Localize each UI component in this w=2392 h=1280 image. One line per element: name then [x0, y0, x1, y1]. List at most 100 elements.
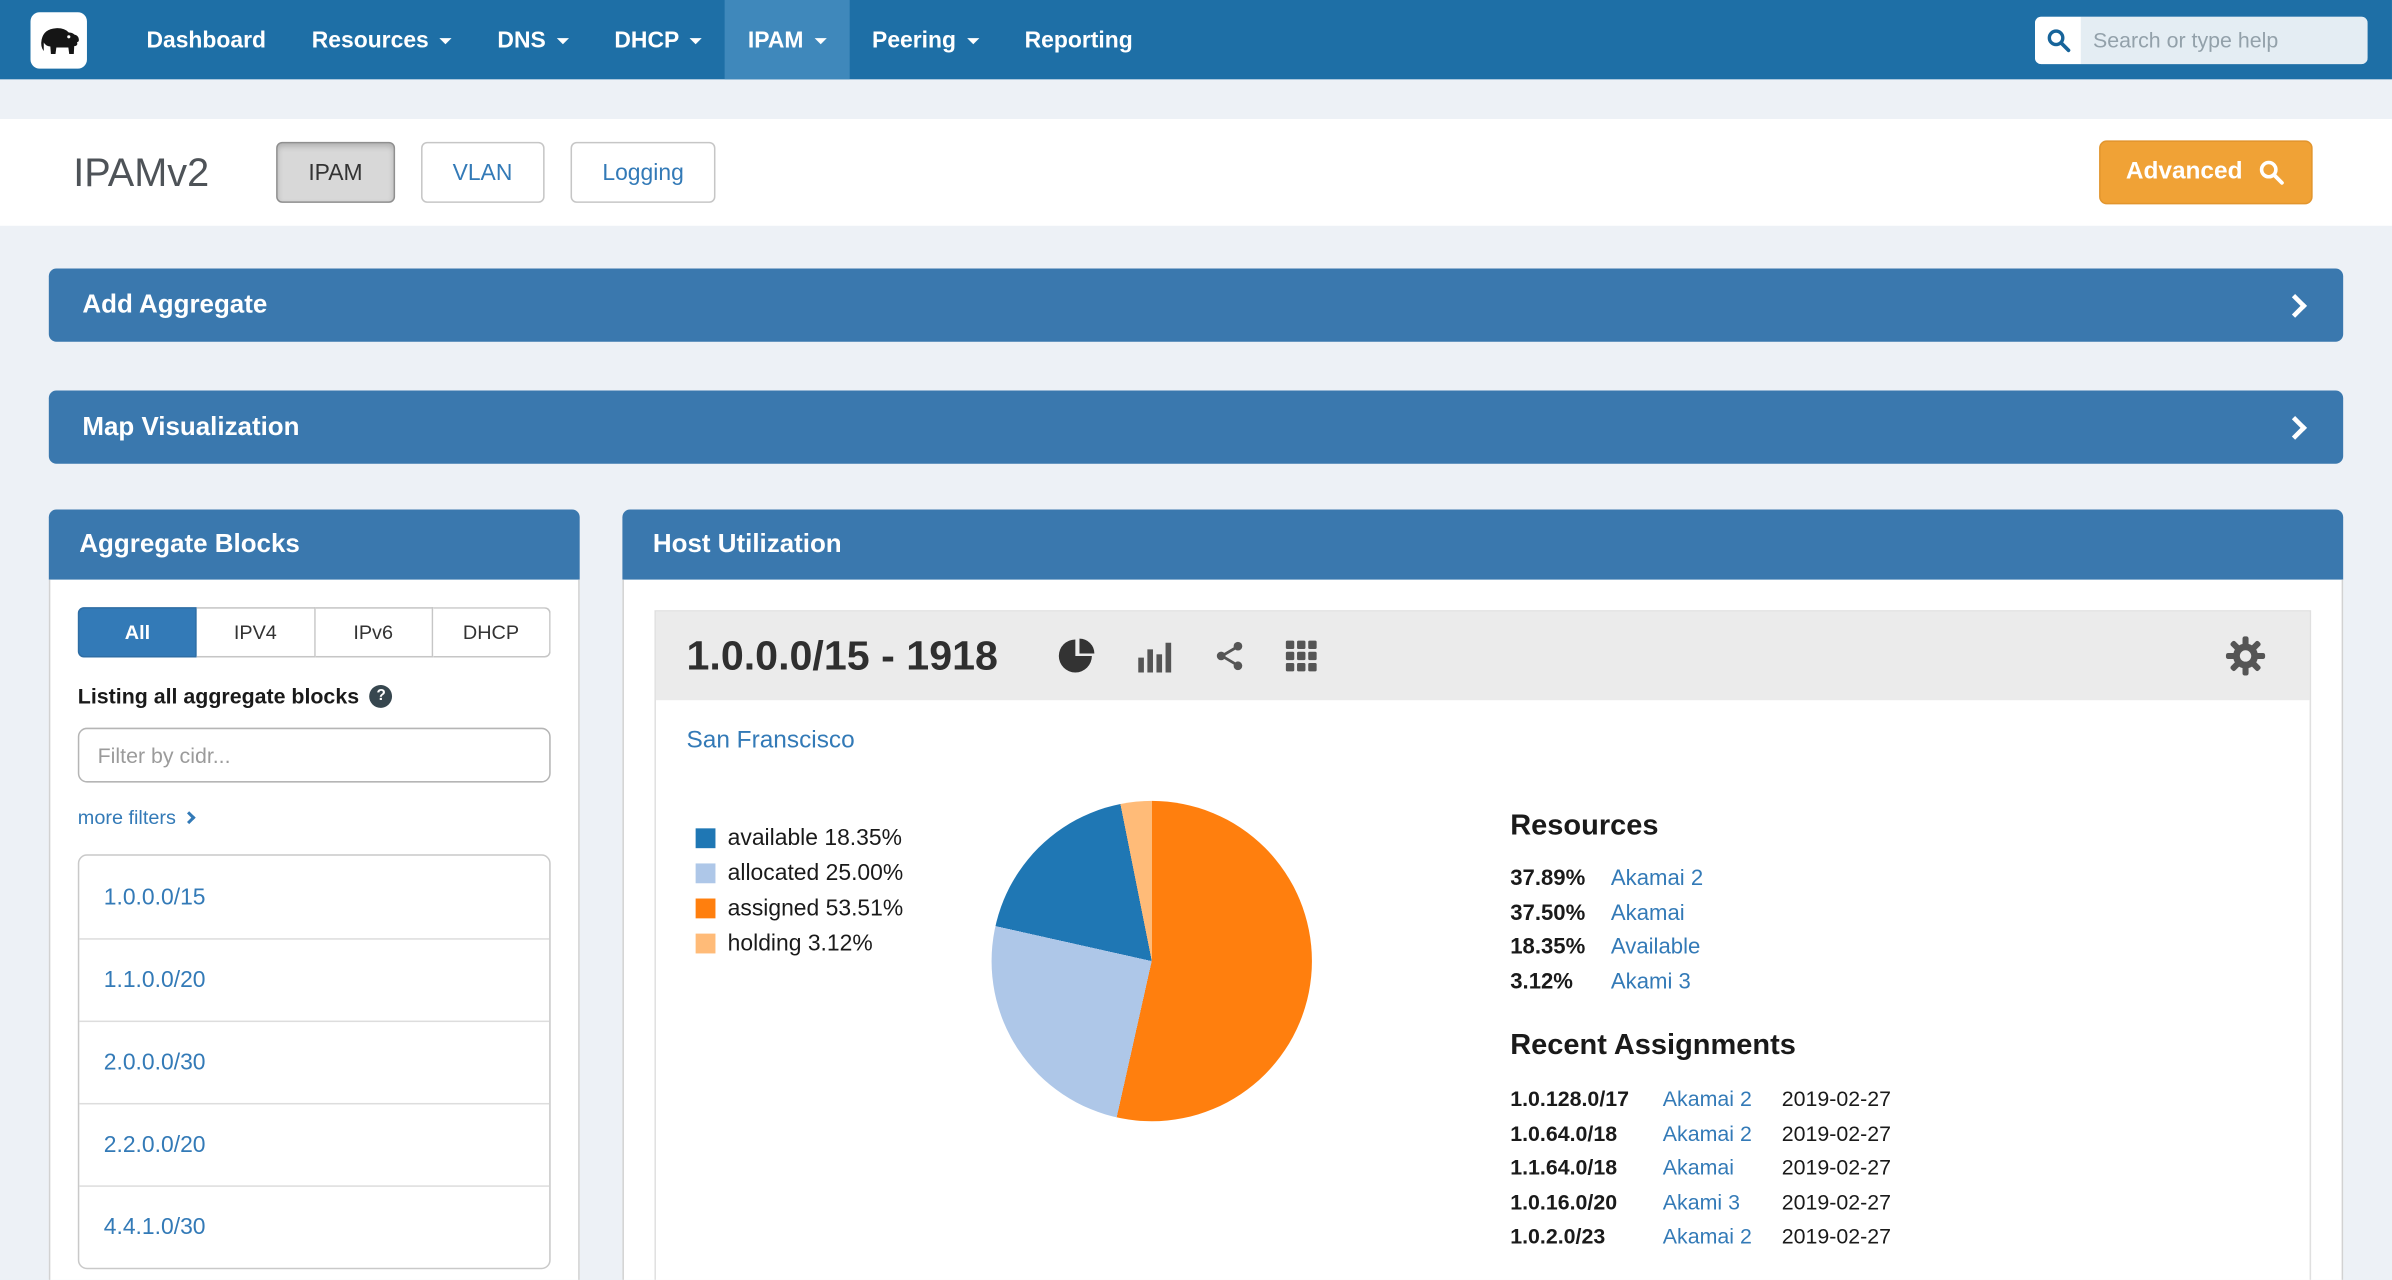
- nav-item-dashboard[interactable]: Dashboard: [124, 0, 289, 79]
- nav-item-ipam[interactable]: IPAM: [725, 0, 849, 79]
- search-icon: [2258, 159, 2285, 186]
- resources-title: Resources: [1510, 810, 2013, 844]
- share-icon[interactable]: [1213, 639, 1247, 673]
- main-content: Aggregate Blocks All IPV4 IPv6 DHCP List…: [49, 510, 2343, 1280]
- nav-item-label: DNS: [497, 27, 545, 53]
- assignment-link[interactable]: Akami 3: [1663, 1185, 1782, 1219]
- resource-percent: 18.35%: [1510, 931, 1611, 965]
- resource-link[interactable]: Akamai: [1611, 896, 1685, 930]
- list-item[interactable]: 1.1.0.0/20: [79, 938, 549, 1020]
- table-row: 1.1.64.0/18Akamai2019-02-27: [1510, 1150, 2013, 1184]
- more-filters-link[interactable]: more filters: [78, 805, 194, 828]
- view-tab-logging[interactable]: Logging: [570, 142, 716, 203]
- filter-tab-ipv6[interactable]: IPv6: [315, 607, 433, 657]
- recent-assignments: Recent Assignments 1.0.128.0/17Akamai 22…: [1510, 1030, 2013, 1253]
- nav-item-dns[interactable]: DNS: [475, 0, 592, 79]
- list-item[interactable]: 2.2.0.0/20: [79, 1103, 549, 1185]
- nav-item-dhcp[interactable]: DHCP: [592, 0, 726, 79]
- resource-link[interactable]: Akamai 2: [1611, 862, 1703, 896]
- caret-down-icon: [556, 38, 568, 44]
- view-tab-ipam[interactable]: IPAM: [276, 142, 394, 203]
- filter-tab-dhcp[interactable]: DHCP: [433, 607, 551, 657]
- legend-swatch: [696, 899, 716, 919]
- legend-item: available 18.35%: [696, 825, 968, 851]
- bar-chart-view-icon[interactable]: [1135, 636, 1175, 676]
- view-tab-vlan[interactable]: VLAN: [421, 142, 545, 203]
- assignment-link[interactable]: Akamai 2: [1663, 1116, 1782, 1150]
- table-row: 37.89%Akamai 2: [1510, 862, 2013, 896]
- pie-chart: [992, 801, 1312, 1121]
- listing-label: Listing all aggregate blocks: [78, 683, 359, 707]
- list-item[interactable]: 4.4.1.0/30: [79, 1185, 549, 1267]
- table-row: 3.12%Akami 3: [1510, 965, 2013, 999]
- add-aggregate-title: Add Aggregate: [82, 290, 267, 321]
- aggregate-blocks-body: All IPV4 IPv6 DHCP Listing all aggregate…: [49, 580, 580, 1280]
- assignment-cidr: 1.0.2.0/23: [1510, 1219, 1663, 1253]
- assignment-cidr: 1.0.128.0/17: [1510, 1082, 1663, 1116]
- assignment-link[interactable]: Akamai 2: [1663, 1082, 1782, 1116]
- assignment-date: 2019-02-27: [1782, 1185, 1891, 1219]
- block-filter-tabs: All IPV4 IPv6 DHCP: [78, 607, 551, 657]
- legend-item: assigned 53.51%: [696, 895, 968, 921]
- nav-menu: Dashboard Resources DNS DHCP IPAM Peerin…: [124, 0, 1156, 79]
- utilization-card-header: 1.0.0.0/15 - 1918: [656, 612, 2310, 700]
- search-icon: [2035, 16, 2081, 63]
- search-input[interactable]: [2081, 16, 2368, 63]
- caret-down-icon: [690, 38, 702, 44]
- legend-swatch: [696, 828, 716, 848]
- elephant-logo-icon: [36, 17, 82, 63]
- grid-view-icon[interactable]: [1285, 639, 1319, 673]
- nav-item-reporting[interactable]: Reporting: [1002, 0, 1156, 79]
- nav-item-peering[interactable]: Peering: [849, 0, 1002, 79]
- cidr-filter-input[interactable]: [78, 728, 551, 783]
- nav-item-resources[interactable]: Resources: [289, 0, 475, 79]
- nav-item-label: Resources: [312, 27, 429, 53]
- map-visualization-bar[interactable]: Map Visualization: [49, 391, 2343, 464]
- gear-icon[interactable]: [2224, 635, 2267, 678]
- utilization-card-body: San Franscisco available 18.35% allocate…: [656, 700, 2310, 1280]
- filter-tab-all[interactable]: All: [78, 607, 197, 657]
- assignment-cidr: 1.0.64.0/18: [1510, 1116, 1663, 1150]
- map-visualization-title: Map Visualization: [82, 412, 299, 443]
- help-icon[interactable]: ?: [370, 684, 393, 707]
- location-link[interactable]: San Franscisco: [686, 728, 854, 755]
- legend-swatch: [696, 934, 716, 954]
- advanced-search-button[interactable]: Advanced: [2098, 140, 2312, 204]
- assignment-cidr: 1.0.16.0/20: [1510, 1185, 1663, 1219]
- app-logo[interactable]: [31, 11, 87, 67]
- resource-link[interactable]: Available: [1611, 931, 1700, 965]
- assignment-link[interactable]: Akamai 2: [1663, 1219, 1782, 1253]
- filter-tab-ipv4[interactable]: IPV4: [197, 607, 315, 657]
- aggregate-block-list: 1.0.0.0/15 1.1.0.0/20 2.0.0.0/30 2.2.0.0…: [78, 854, 551, 1269]
- pie-chart-view-icon[interactable]: [1057, 636, 1097, 676]
- resource-percent: 37.50%: [1510, 896, 1611, 930]
- list-item[interactable]: 1.0.0.0/15: [79, 856, 549, 938]
- assignment-date: 2019-02-27: [1782, 1150, 1891, 1184]
- legend-label: allocated 25.00%: [728, 860, 904, 886]
- legend-swatch: [696, 863, 716, 883]
- table-row: 1.0.64.0/18Akamai 22019-02-27: [1510, 1116, 2013, 1150]
- chevron-right-icon: [2283, 415, 2307, 439]
- table-row: 18.35%Available: [1510, 931, 2013, 965]
- nav-item-label: DHCP: [614, 27, 679, 53]
- more-filters-label: more filters: [78, 805, 176, 828]
- assignment-date: 2019-02-27: [1782, 1082, 1891, 1116]
- nav-item-label: Reporting: [1025, 27, 1133, 53]
- add-aggregate-bar[interactable]: Add Aggregate: [49, 268, 2343, 341]
- assignment-date: 2019-02-27: [1782, 1219, 1891, 1253]
- host-utilization-body: 1.0.0.0/15 - 1918: [622, 580, 2343, 1280]
- pie-legend: available 18.35% allocated 25.00% assign…: [696, 810, 968, 966]
- table-row: 1.0.128.0/17Akamai 22019-02-27: [1510, 1082, 2013, 1116]
- list-item[interactable]: 2.0.0.0/30: [79, 1021, 549, 1103]
- resource-percent: 3.12%: [1510, 965, 1611, 999]
- legend-label: holding 3.12%: [728, 931, 873, 957]
- legend-item: allocated 25.00%: [696, 860, 968, 886]
- caret-down-icon: [439, 38, 451, 44]
- advanced-button-label: Advanced: [2126, 159, 2243, 186]
- resource-link[interactable]: Akami 3: [1611, 965, 1691, 999]
- page: Dashboard Resources DNS DHCP IPAM Peerin…: [0, 0, 2392, 1280]
- legend-label: assigned 53.51%: [728, 895, 904, 921]
- host-utilization-header: Host Utilization: [622, 510, 2343, 580]
- assignment-link[interactable]: Akamai: [1663, 1150, 1782, 1184]
- legend-label: available 18.35%: [728, 825, 902, 851]
